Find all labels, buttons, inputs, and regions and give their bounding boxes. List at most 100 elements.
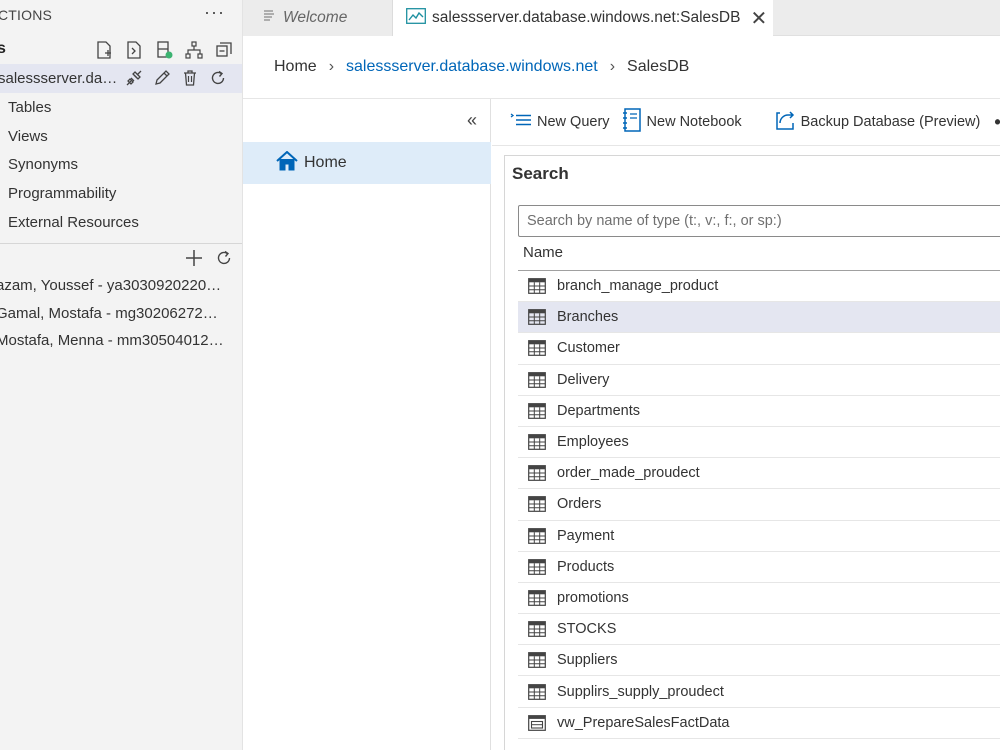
table-row[interactable]: Orders [518,489,1000,521]
tab-welcome-label: Welcome [283,9,348,26]
table-icon [528,309,546,326]
refresh-connections-icon[interactable] [213,247,235,269]
tree-item-tables[interactable]: Tables [8,99,51,116]
table-row-name: Delivery [557,371,610,388]
table-row[interactable]: Products [518,552,1000,583]
table-row[interactable]: Payment [518,521,1000,552]
table-row[interactable]: promotions [518,583,1000,615]
breadcrumb-database: SalesDB [627,58,690,75]
table-row-name: Suppliers [557,652,618,669]
server-status-icon[interactable] [153,39,175,61]
tab-welcome[interactable]: Welcome [243,0,393,36]
name-column-header[interactable]: Name [518,240,1000,271]
refresh-icon[interactable] [207,67,229,89]
new-query-icon [510,111,532,133]
table-row[interactable]: Supplirs_supply_proudect [518,676,1000,708]
table-row[interactable]: order_made_proudect [518,458,1000,490]
table-icon [528,590,546,606]
backup-database-label: Backup Database (Preview) [800,114,981,130]
home-icon [276,150,298,175]
breadcrumb-home[interactable]: Home [274,58,317,76]
table-row[interactable]: branch_manage_product [518,271,1000,303]
table-row-name: Employees [557,434,629,451]
search-input[interactable] [518,205,1000,237]
tree-item-synonyms[interactable]: Synonyms [8,156,78,173]
connection-item[interactable]: Gamal, Mostafa - mg3020627220... [0,305,226,322]
new-notebook-label: New Notebook [646,114,742,130]
collapse-panel-icon[interactable]: « [467,110,477,131]
table-row[interactable]: Customer [518,333,1000,365]
dashboard-nav-home[interactable]: Home [243,142,491,184]
table-icon [528,278,546,294]
table-row-name: Products [557,558,615,575]
chevron-right-icon: › [328,58,335,75]
table-icon [528,496,546,513]
more-actions-icon[interactable]: ··· [204,2,225,23]
dashboard-nav: « Home [243,99,491,750]
backup-database-button[interactable]: Backup Database (Preview) [774,107,981,137]
table-row-name: Orders [557,496,602,513]
table-row[interactable]: Employees [518,427,1000,459]
collapse-all-icon[interactable] [213,39,235,61]
table-row-name: Departments [557,402,641,419]
table-row-name: Branches [557,309,619,326]
table-row-name: Payment [557,527,615,544]
connection-item[interactable]: azam, Youssef - ya303092022003... [0,277,226,294]
sidebar-header: CTIONS ··· [0,0,242,32]
tree-item-external-resources[interactable]: External Resources [8,214,139,231]
connections-section-header[interactable] [0,244,242,272]
table-icon [528,465,546,482]
dashboard-toolbar: New Query New Notebook Backup Database (… [492,99,1000,145]
backup-upload-icon [774,109,796,135]
more-options-icon[interactable]: ••• [994,112,1000,133]
new-connection-icon[interactable] [93,39,115,61]
new-query-button[interactable]: New Query [510,107,610,137]
table-row[interactable]: vw_PrepareSalesFactData [518,708,1000,739]
table-row-name: Supplirs_supply_proudect [557,683,724,700]
table-icon [528,371,546,388]
table-row[interactable]: Suppliers [518,645,1000,677]
table-icon [528,340,546,357]
chevron-right-icon: › [609,58,616,75]
connection-item[interactable]: Mostafa, Menna - mm305040122... [0,332,226,349]
edit-connection-icon[interactable] [151,67,173,89]
table-row[interactable]: Delivery [518,365,1000,396]
add-icon[interactable] [183,247,205,269]
tab-salesdb-label: salessserver.database.windows.net:SalesD… [432,9,741,26]
dashboard-chart-icon [406,8,426,28]
table-icon [528,402,546,419]
table-row[interactable]: Departments [518,396,1000,427]
tree-item-programmability[interactable]: Programmability [8,185,116,202]
table-icon [528,434,546,450]
server-node-label: salessserver.data... [0,70,120,87]
search-widget: Search Name branch_manage_product Branche… [504,155,1000,750]
table-icon [528,621,546,638]
new-notebook-button[interactable]: New Notebook [622,107,742,137]
table-row-name: Customer [557,340,620,357]
name-column-label: Name [523,244,564,261]
table-row-name: order_made_proudect [557,465,700,482]
connections-sidebar: CTIONS ··· s salessserver.data... [0,0,243,750]
tree-item-views[interactable]: Views [8,128,48,145]
new-query-icon[interactable] [123,39,145,61]
table-row[interactable]: STOCKS [518,614,1000,646]
table-row[interactable]: Branches [518,302,1000,334]
editor-tab-bar: Welcome salessserver.database.windows.ne… [243,0,1000,36]
disconnect-icon[interactable] [123,67,145,89]
servers-section-title: s [0,40,6,58]
search-results-list: branch_manage_product Branches Customer Del… [518,271,1000,739]
new-query-label: New Query [537,114,610,130]
sidebar-title: CTIONS [0,7,53,23]
close-icon[interactable]: ✕ [750,6,767,31]
table-row-name: STOCKS [557,621,617,638]
view-icon [528,714,546,731]
table-row-name: promotions [557,589,629,606]
server-node[interactable]: salessserver.data... [0,64,242,93]
delete-connection-icon[interactable] [179,67,201,89]
table-row-name: vw_PrepareSalesFactData [557,714,730,731]
breadcrumb-server-link[interactable]: salessserver.database.windows.net [346,58,598,76]
table-icon [528,652,546,669]
servers-section-header[interactable]: s [0,36,242,64]
server-group-icon[interactable] [183,39,205,61]
tab-salesdb-dashboard[interactable]: salessserver.database.windows.net:SalesD… [393,0,773,36]
